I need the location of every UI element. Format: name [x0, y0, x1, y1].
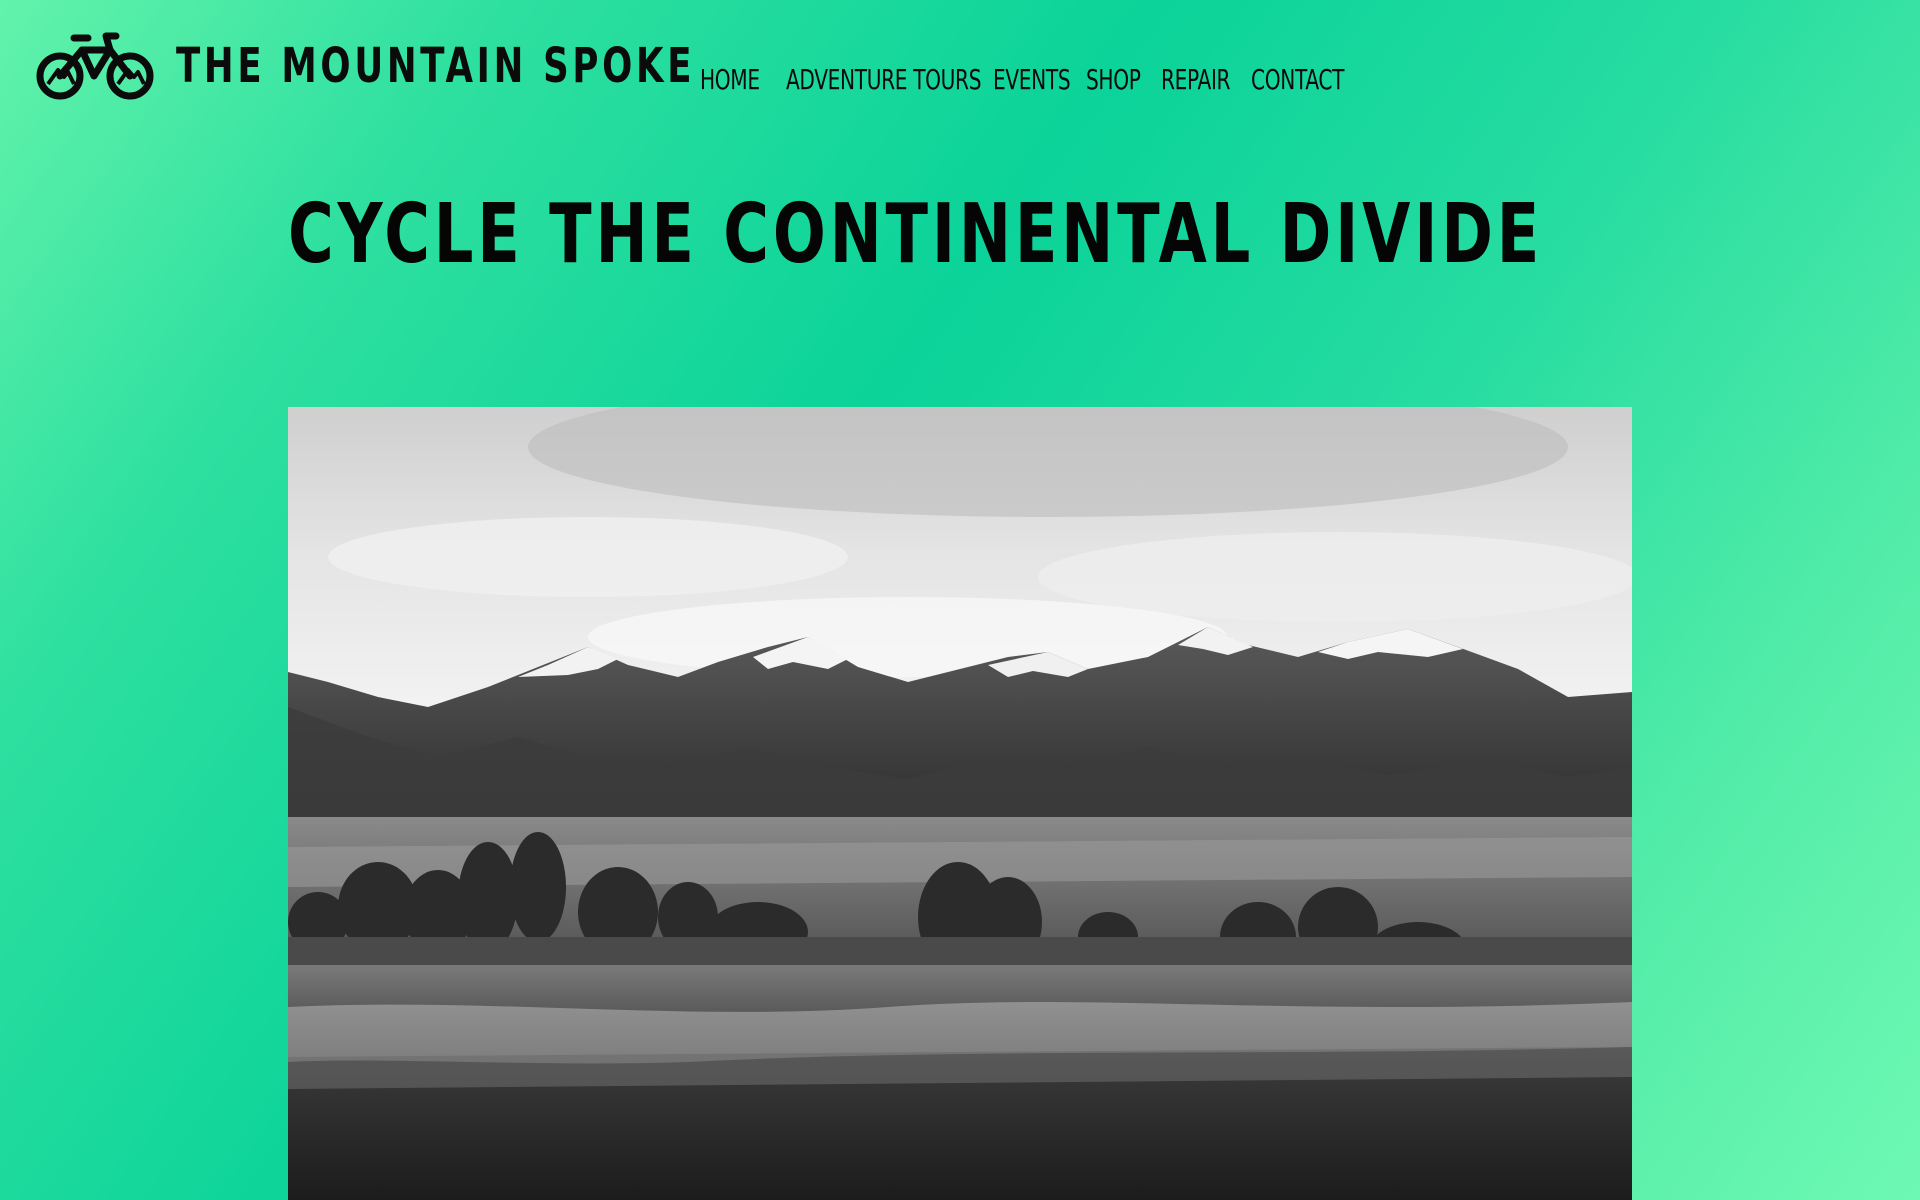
mountain-landscape-image — [288, 407, 1632, 1200]
nav-contact[interactable]: CONTACT — [1251, 63, 1344, 96]
nav-home[interactable]: HOME — [700, 63, 762, 96]
nav-shop[interactable]: SHOP — [1086, 63, 1141, 96]
main-nav: HOME ADVENTURE TOURS EVENTS SHOP REPAIR … — [700, 63, 1351, 96]
bicycle-mountain-icon[interactable] — [36, 30, 154, 102]
hero-image — [288, 407, 1632, 1200]
nav-events[interactable]: EVENTS — [993, 63, 1071, 96]
site-header: THE MOUNTAIN SPOKE — [36, 24, 706, 108]
nav-adventure-tours[interactable]: ADVENTURE TOURS — [786, 63, 982, 96]
brand-name[interactable]: THE MOUNTAIN SPOKE — [176, 38, 691, 94]
page-title: CYCLE THE CONTINENTAL DIVIDE — [288, 187, 1544, 282]
nav-repair[interactable]: REPAIR — [1161, 63, 1231, 96]
